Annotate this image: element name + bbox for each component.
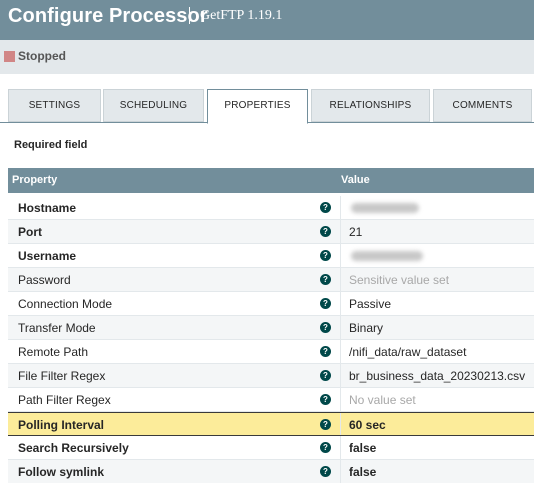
status-text: Stopped (18, 49, 66, 63)
property-row[interactable]: Follow symlink? false (8, 460, 534, 483)
property-row[interactable]: File Filter Regex? br_business_data_20230… (8, 364, 534, 388)
properties-table-header: Property Value (8, 168, 534, 193)
property-name: Connection Mode (18, 297, 113, 311)
column-separator (340, 220, 341, 243)
property-name: Username (18, 249, 77, 263)
column-separator (340, 196, 341, 219)
column-separator (340, 436, 341, 459)
property-row[interactable]: Polling Interval? 60 sec (8, 412, 534, 436)
help-icon[interactable]: ? (320, 394, 331, 405)
help-icon[interactable]: ? (320, 466, 331, 477)
processor-type-label: GetFTP 1.19.1 (200, 8, 283, 23)
column-separator (340, 340, 341, 363)
properties-table-body: Hostname? Port? 21 Username? Password? Sensit… (8, 196, 534, 483)
dialog-header: Configure Processor GetFTP 1.19.1 (0, 0, 534, 40)
stopped-status-icon (4, 51, 15, 62)
property-row[interactable]: Port? 21 (8, 220, 534, 244)
column-header-value[interactable]: Value (341, 174, 370, 186)
tab-comments[interactable]: COMMENTS (433, 89, 532, 122)
help-icon[interactable]: ? (320, 274, 331, 285)
property-name: Polling Interval (18, 418, 105, 432)
property-row[interactable]: Connection Mode? Passive (8, 292, 534, 316)
column-separator (340, 460, 341, 483)
property-value[interactable]: No value set (349, 393, 416, 407)
property-name: File Filter Regex (18, 369, 106, 383)
property-value[interactable]: false (349, 465, 376, 479)
property-name: Search Recursively (18, 441, 129, 455)
redacted-value[interactable] (351, 251, 423, 261)
redacted-value[interactable] (351, 203, 419, 213)
column-separator (340, 413, 341, 435)
property-row[interactable]: Remote Path? /nifi_data/raw_dataset (8, 340, 534, 364)
property-value[interactable]: false (349, 441, 376, 455)
property-value[interactable]: Binary (349, 321, 383, 335)
property-row[interactable]: Transfer Mode? Binary (8, 316, 534, 340)
property-value[interactable]: Passive (349, 297, 391, 311)
property-name: Port (18, 225, 42, 239)
tab-properties[interactable]: PROPERTIES (207, 89, 308, 124)
property-row[interactable]: Username? (8, 244, 534, 268)
property-row[interactable]: Password? Sensitive value set (8, 268, 534, 292)
status-bar: Stopped (0, 40, 534, 74)
help-icon[interactable]: ? (320, 419, 331, 430)
required-field-label: Required field (14, 139, 88, 151)
help-icon[interactable]: ? (320, 322, 331, 333)
help-icon[interactable]: ? (320, 346, 331, 357)
help-icon[interactable]: ? (320, 250, 331, 261)
tab-settings[interactable]: SETTINGS (8, 89, 101, 122)
help-icon[interactable]: ? (320, 298, 331, 309)
dialog-title: Configure Processor (8, 5, 208, 27)
property-value[interactable]: Sensitive value set (349, 273, 449, 287)
column-separator (340, 268, 341, 291)
property-value[interactable]: br_business_data_20230213.csv (349, 369, 525, 383)
property-name: Remote Path (18, 345, 89, 359)
column-separator (340, 388, 341, 411)
column-separator (340, 364, 341, 387)
help-icon[interactable]: ? (320, 202, 331, 213)
property-name: Password (18, 273, 71, 287)
column-separator (340, 316, 341, 339)
property-value[interactable]: 21 (349, 225, 362, 239)
property-row[interactable]: Search Recursively? false (8, 436, 534, 460)
help-icon[interactable]: ? (320, 226, 331, 237)
tab-bar: SETTINGS SCHEDULING PROPERTIES RELATIONS… (0, 74, 534, 124)
column-header-property[interactable]: Property (12, 174, 57, 186)
property-row[interactable]: Path Filter Regex? No value set (8, 388, 534, 412)
tab-relationships[interactable]: RELATIONSHIPS (311, 89, 430, 122)
help-icon[interactable]: ? (320, 370, 331, 381)
property-name: Hostname (18, 201, 77, 215)
property-name: Follow symlink (18, 465, 105, 479)
property-value[interactable]: /nifi_data/raw_dataset (349, 345, 466, 359)
property-row[interactable]: Hostname? (8, 196, 534, 220)
property-name: Transfer Mode (18, 321, 96, 335)
property-value[interactable]: 60 sec (349, 418, 386, 432)
header-divider (189, 7, 190, 24)
property-name: Path Filter Regex (18, 393, 111, 407)
help-icon[interactable]: ? (320, 442, 331, 453)
tab-scheduling[interactable]: SCHEDULING (103, 89, 204, 122)
column-separator (340, 292, 341, 315)
column-separator (340, 244, 341, 267)
